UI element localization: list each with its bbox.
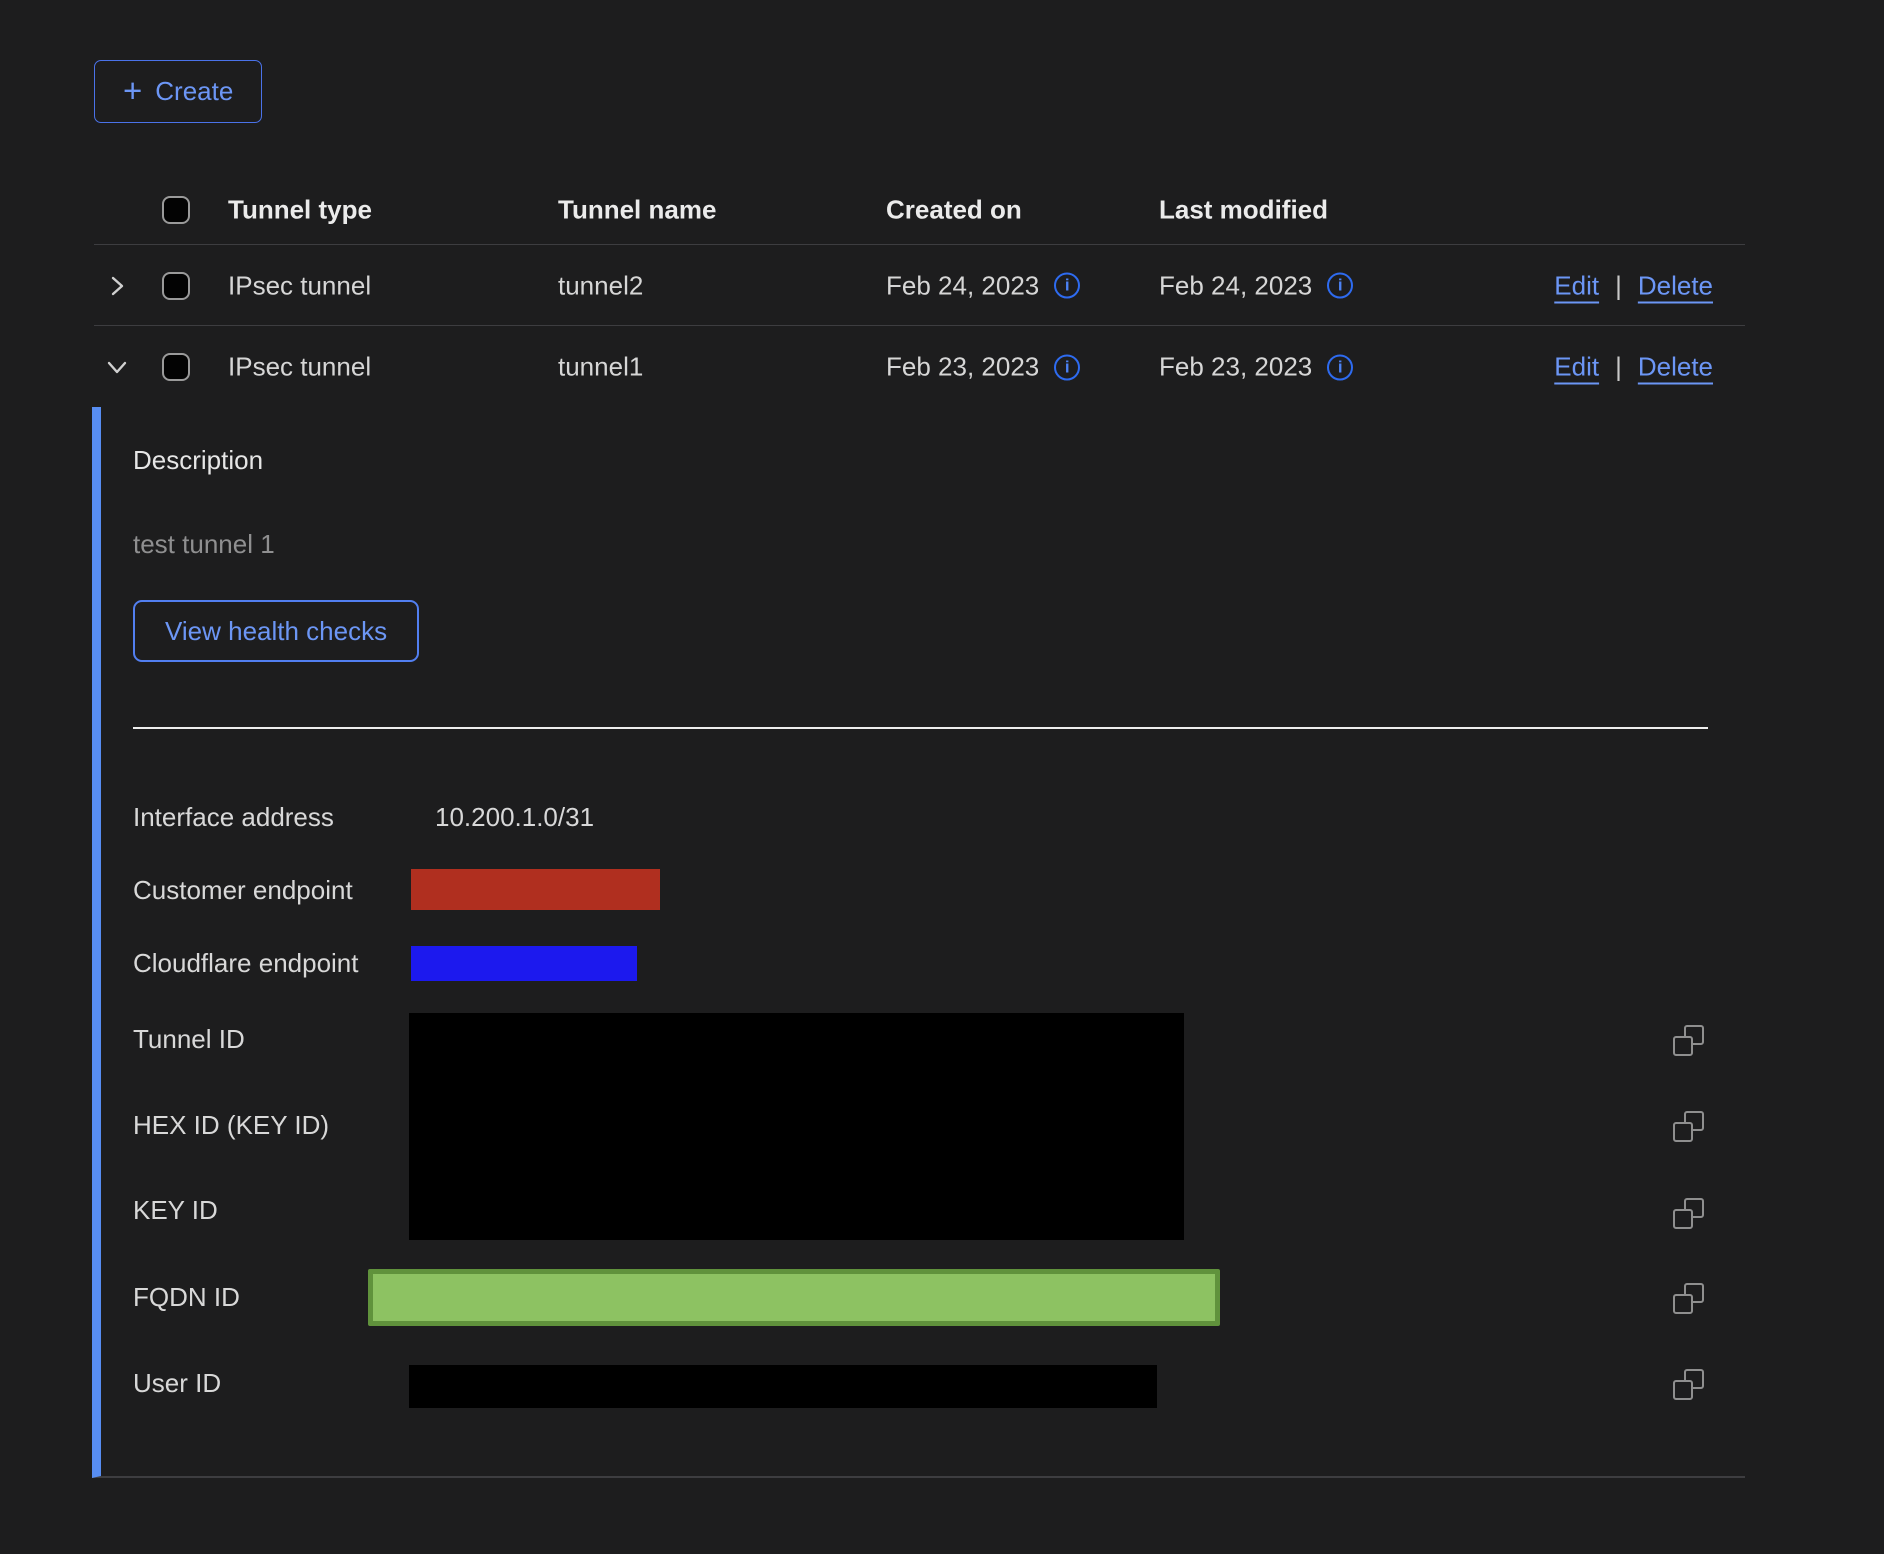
delete-link[interactable]: Delete	[1638, 270, 1713, 301]
copy-icon[interactable]	[1673, 1369, 1704, 1400]
last-modified-value: Feb 23, 2023	[1159, 352, 1312, 383]
copy-icon[interactable]	[1673, 1111, 1704, 1142]
copy-icon[interactable]	[1673, 1283, 1704, 1314]
customer-endpoint-redacted-value	[411, 869, 660, 910]
section-divider	[133, 727, 1708, 729]
user-id-label: User ID	[133, 1368, 221, 1398]
chevron-down-icon[interactable]	[104, 354, 130, 380]
edit-link[interactable]: Edit	[1554, 270, 1599, 301]
table-row: IPsec tunnel tunnel1 Feb 23, 2023 i Feb …	[94, 327, 1745, 407]
last-modified-value: Feb 24, 2023	[1159, 270, 1312, 301]
plus-icon: +	[123, 74, 142, 107]
ids-redacted-block	[409, 1013, 1184, 1240]
edit-link[interactable]: Edit	[1554, 352, 1599, 383]
table-header: Tunnel type Tunnel name Created on Last …	[94, 175, 1745, 245]
info-icon[interactable]: i	[1054, 273, 1080, 299]
cloudflare-endpoint-label: Cloudflare endpoint	[133, 948, 359, 978]
key-id-label: KEY ID	[133, 1195, 218, 1225]
tunnel-id-label: Tunnel ID	[133, 1024, 245, 1054]
created-on-value: Feb 23, 2023	[886, 352, 1039, 383]
info-glyph: i	[1065, 357, 1070, 377]
interface-address-value: 10.200.1.0/31	[435, 802, 594, 832]
fqdn-id-label: FQDN ID	[133, 1282, 240, 1312]
info-glyph: i	[1338, 357, 1343, 377]
tunnel-type-value: IPsec tunnel	[228, 270, 371, 301]
info-glyph: i	[1065, 276, 1070, 296]
view-health-checks-label: View health checks	[165, 616, 387, 647]
customer-endpoint-label: Customer endpoint	[133, 875, 353, 905]
interface-address-label: Interface address	[133, 802, 334, 832]
copy-icon-front-square	[1673, 1122, 1693, 1142]
table-row: IPsec tunnel tunnel2 Feb 24, 2023 i Feb …	[94, 246, 1745, 326]
hex-id-label: HEX ID (KEY ID)	[133, 1110, 329, 1140]
chevron-right-icon[interactable]	[104, 273, 130, 299]
copy-icon[interactable]	[1673, 1025, 1704, 1056]
actions-separator: |	[1615, 352, 1622, 383]
cloudflare-endpoint-redacted-value	[411, 946, 637, 981]
description-label: Description	[133, 445, 263, 476]
header-tunnel-type: Tunnel type	[228, 194, 372, 225]
select-all-checkbox[interactable]	[162, 196, 190, 224]
tunnel-name-value: tunnel1	[558, 352, 643, 383]
view-health-checks-button[interactable]: View health checks	[133, 600, 419, 662]
info-icon[interactable]: i	[1054, 354, 1080, 380]
row-checkbox[interactable]	[162, 272, 190, 300]
tunnels-page: + Create Tunnel type Tunnel name Created…	[0, 0, 1884, 1554]
user-id-redacted-value	[409, 1365, 1157, 1408]
description-value: test tunnel 1	[133, 529, 275, 560]
expanded-row-panel: Description test tunnel 1 View health ch…	[92, 407, 1745, 1478]
tunnel-name-value: tunnel2	[558, 270, 643, 301]
info-icon[interactable]: i	[1327, 354, 1353, 380]
copy-icon-front-square	[1673, 1036, 1693, 1056]
copy-icon[interactable]	[1673, 1198, 1704, 1229]
info-glyph: i	[1338, 276, 1343, 296]
created-on-value: Feb 24, 2023	[886, 270, 1039, 301]
copy-icon-front-square	[1673, 1209, 1693, 1229]
fqdn-id-redacted-value	[368, 1269, 1220, 1326]
header-tunnel-name: Tunnel name	[558, 194, 716, 225]
copy-icon-front-square	[1673, 1294, 1693, 1314]
delete-link[interactable]: Delete	[1638, 352, 1713, 383]
actions-separator: |	[1615, 270, 1622, 301]
info-icon[interactable]: i	[1327, 273, 1353, 299]
copy-icon-front-square	[1673, 1380, 1693, 1400]
create-button[interactable]: + Create	[94, 60, 262, 123]
create-button-label: Create	[155, 76, 233, 107]
header-last-modified: Last modified	[1159, 194, 1328, 225]
tunnel-type-value: IPsec tunnel	[228, 352, 371, 383]
row-checkbox[interactable]	[162, 353, 190, 381]
header-created-on: Created on	[886, 194, 1022, 225]
